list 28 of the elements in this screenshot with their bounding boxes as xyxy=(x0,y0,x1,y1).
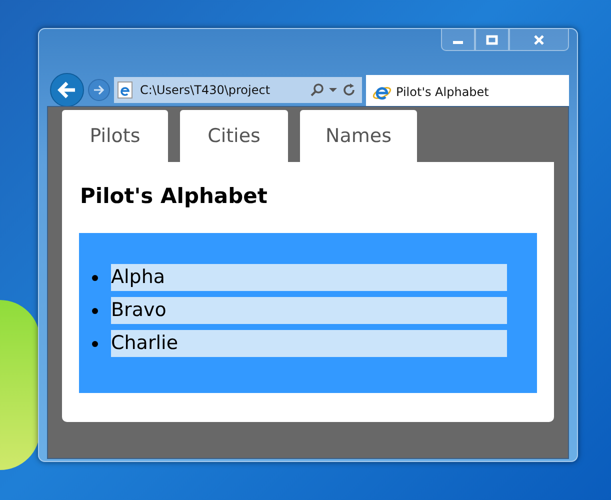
refresh-icon[interactable] xyxy=(342,82,356,96)
bullet-icon xyxy=(92,274,98,280)
list-item: Charlie xyxy=(111,330,507,357)
address-text: C:\Users\T430\project xyxy=(140,82,272,96)
page-heading: Pilot's Alphabet xyxy=(80,184,268,208)
bullet-icon xyxy=(92,340,98,346)
page-tab[interactable]: Cities xyxy=(180,110,288,162)
back-button[interactable] xyxy=(50,72,84,106)
close-icon xyxy=(533,34,545,44)
right-arrow-icon xyxy=(93,84,105,96)
left-arrow-icon xyxy=(57,80,77,98)
list-item: Alpha xyxy=(111,264,507,291)
dropdown-caret-icon[interactable] xyxy=(329,86,337,92)
maximize-icon xyxy=(486,34,498,44)
browser-tab-title: Pilot's Alphabet xyxy=(396,84,489,98)
forward-button[interactable] xyxy=(88,78,110,100)
close-button[interactable] xyxy=(509,29,569,51)
search-icon[interactable] xyxy=(310,82,324,96)
bullet-icon xyxy=(92,308,98,314)
minimize-button[interactable] xyxy=(441,29,475,51)
browser-tab[interactable]: Pilot's Alphabet xyxy=(366,75,569,108)
maximize-button[interactable] xyxy=(475,29,509,51)
list-item: Bravo xyxy=(111,297,507,324)
minimize-icon xyxy=(453,41,463,44)
page-tab[interactable]: Names xyxy=(300,110,417,162)
page-tab[interactable]: Pilots xyxy=(62,110,168,162)
address-bar[interactable]: C:\Users\T430\project xyxy=(114,76,362,102)
page-icon xyxy=(117,80,135,98)
